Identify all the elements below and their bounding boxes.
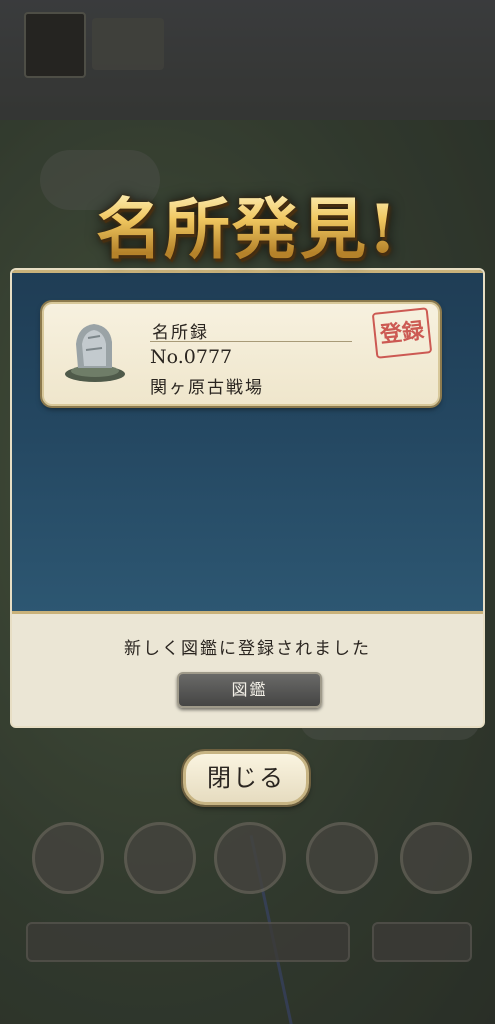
encyclopedia-button[interactable]: 図鑑 (177, 672, 322, 708)
card-place-name: 関ヶ原古戦場 (150, 378, 264, 398)
panel-content-area: 名所録 No.0777 関ヶ原古戦場 登録 (12, 270, 483, 614)
discovery-panel: 名所録 No.0777 関ヶ原古戦場 登録 新しく図鑑に登録されました 図鑑 (10, 268, 485, 728)
meisho-entry-card[interactable]: 名所録 No.0777 関ヶ原古戦場 登録 (42, 302, 440, 406)
card-divider (150, 341, 352, 342)
panel-footer (12, 614, 483, 726)
card-entry-number: No.0777 (150, 346, 233, 368)
close-button[interactable]: 閉じる (183, 751, 309, 805)
registration-message: 新しく図鑑に登録されました (124, 639, 371, 659)
registered-stamp: 登録 (371, 307, 433, 359)
stone-monument-icon (65, 324, 125, 382)
card-category-label: 名所録 (152, 323, 209, 343)
popup-title: 名所発見! (0, 176, 495, 272)
